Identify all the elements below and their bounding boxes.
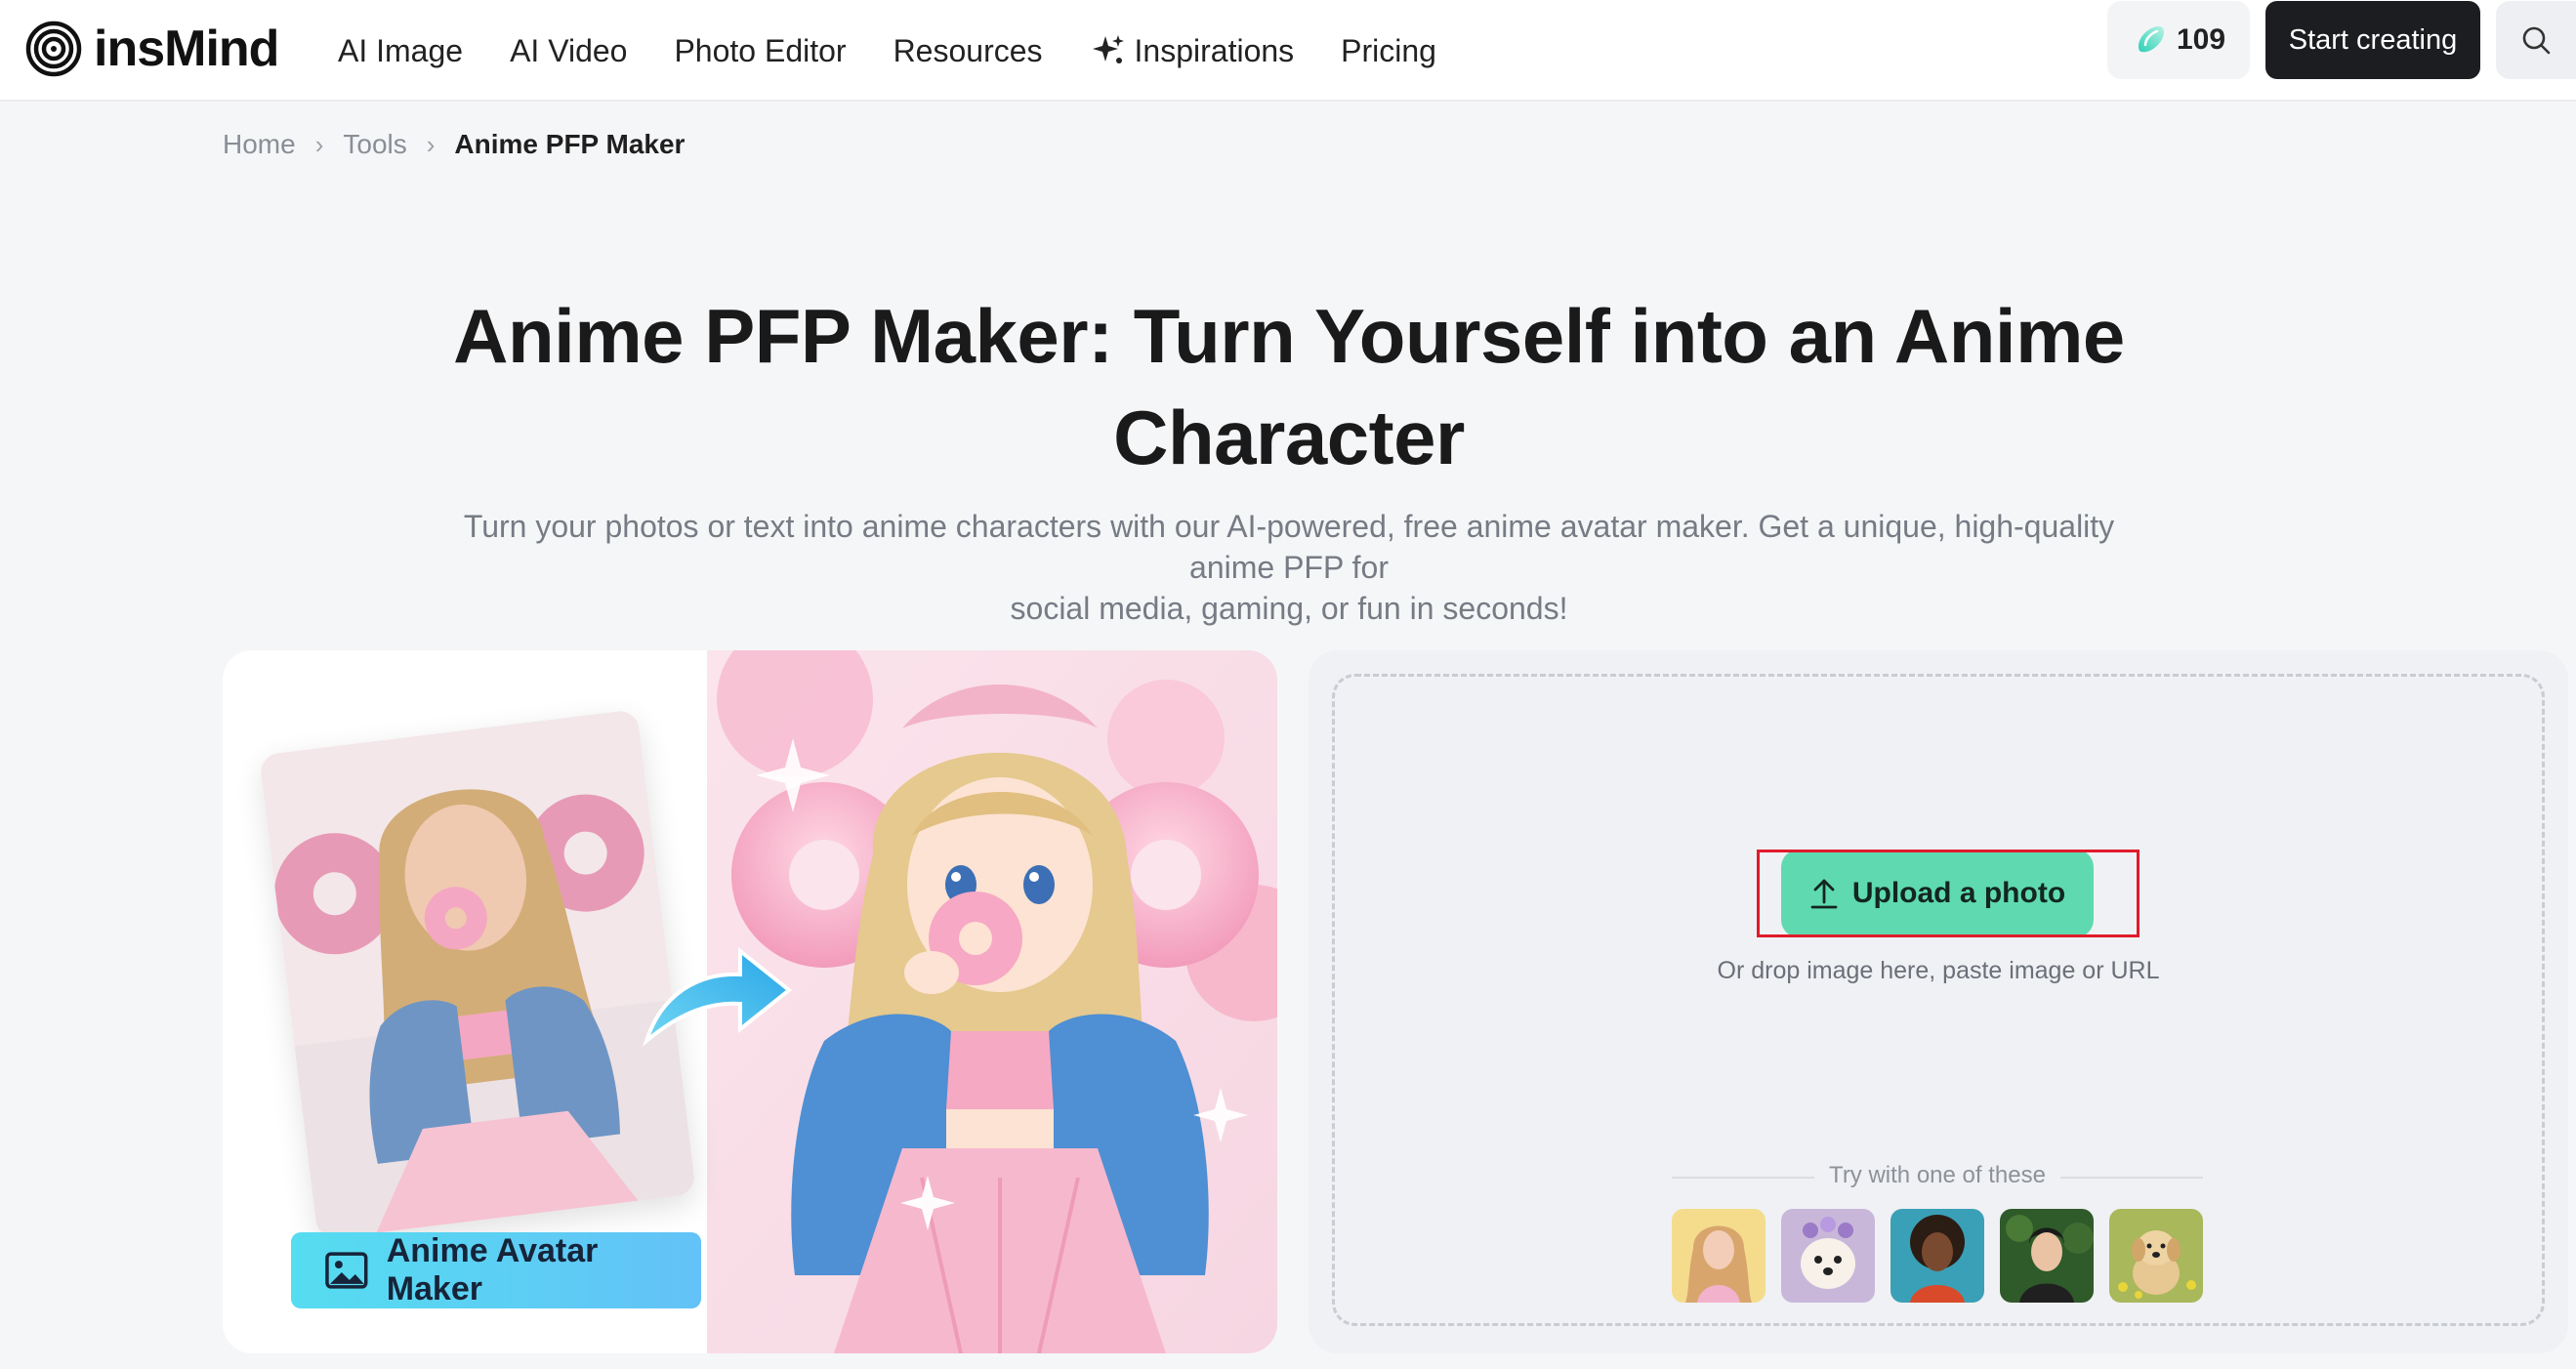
sample-dog-flowers-image: [1781, 1209, 1875, 1303]
sample-puppy-field-image: [2109, 1209, 2203, 1303]
nav-inspirations-label: Inspirations: [1134, 32, 1295, 68]
sample-man-garden[interactable]: [2000, 1209, 2094, 1303]
page-subtitle: Turn your photos or text into anime char…: [430, 506, 2148, 629]
page-title-line1: Anime PFP Maker: Turn Yourself into an A…: [453, 293, 2125, 379]
nav-ai-image[interactable]: AI Image: [338, 33, 463, 69]
sample-images: [1672, 1209, 2203, 1303]
highlight-box: [1757, 850, 2140, 937]
divider-line-right: [2060, 1177, 2203, 1179]
nav-inspirations[interactable]: Inspirations: [1090, 32, 1295, 69]
breadcrumb: Home › Tools › Anime PFP Maker: [223, 125, 685, 164]
sample-girl-yellow[interactable]: [1672, 1209, 1766, 1303]
original-photo-image: [258, 709, 697, 1240]
credits-counter[interactable]: 109: [2107, 1, 2250, 79]
chevron-right-icon: ›: [426, 129, 436, 159]
search-icon: [2522, 26, 2551, 55]
insmind-logo[interactable]: insMind: [25, 12, 279, 86]
transform-arrow-icon: [642, 946, 793, 1047]
nav-pricing[interactable]: Pricing: [1341, 33, 1436, 69]
drop-hint-text: Or drop image here, paste image or URL: [1717, 957, 2160, 984]
sparkle-icon: [1092, 35, 1124, 63]
sample-dog-flowers[interactable]: [1781, 1209, 1875, 1303]
nav-photo-editor[interactable]: Photo Editor: [674, 33, 846, 69]
sample-girl-yellow-image: [1672, 1209, 1766, 1303]
try-samples-label: Try with one of these: [1829, 1162, 2046, 1188]
original-photo: [258, 709, 697, 1240]
nav-resources[interactable]: Resources: [893, 33, 1043, 69]
sample-puppy-field[interactable]: [2109, 1209, 2203, 1303]
page-subtitle-line2: social media, gaming, or fun in seconds!: [1010, 591, 1568, 626]
main-nav: AI Image AI Video Photo Editor Resources…: [338, 0, 1483, 102]
page-title-line2: Character: [1113, 394, 1465, 480]
showcase-card: Anime Avatar Maker: [223, 650, 1277, 1353]
try-samples-divider: Try with one of these: [1672, 1162, 2203, 1193]
image-icon: [325, 1252, 368, 1289]
badge-label: Anime Avatar Maker: [386, 1232, 599, 1307]
page-title: Anime PFP Maker: Turn Yourself into an A…: [371, 285, 2207, 488]
logo-text: insMind: [94, 21, 279, 77]
page-subtitle-line1: Turn your photos or text into anime char…: [463, 509, 2115, 585]
sample-woman-curly[interactable]: [1890, 1209, 1984, 1303]
nav-ai-video[interactable]: AI Video: [510, 33, 627, 69]
breadcrumb-tools[interactable]: Tools: [343, 129, 406, 160]
top-navbar: insMind AI Image AI Video Photo Editor R…: [0, 0, 2576, 102]
logo-spiral-icon: [25, 21, 82, 77]
breadcrumb-home[interactable]: Home: [223, 129, 296, 160]
credit-gem-icon: [2138, 25, 2165, 53]
anime-avatar-maker-badge: Anime Avatar Maker: [291, 1232, 701, 1308]
start-creating-button[interactable]: Start creating: [2265, 1, 2480, 79]
sample-woman-curly-image: [1890, 1209, 1984, 1303]
credits-value: 109: [2176, 23, 2226, 56]
chevron-right-icon: ›: [314, 129, 324, 159]
search-button[interactable]: [2496, 1, 2576, 79]
sample-man-garden-image: [2000, 1209, 2094, 1303]
breadcrumb-current: Anime PFP Maker: [454, 129, 686, 159]
